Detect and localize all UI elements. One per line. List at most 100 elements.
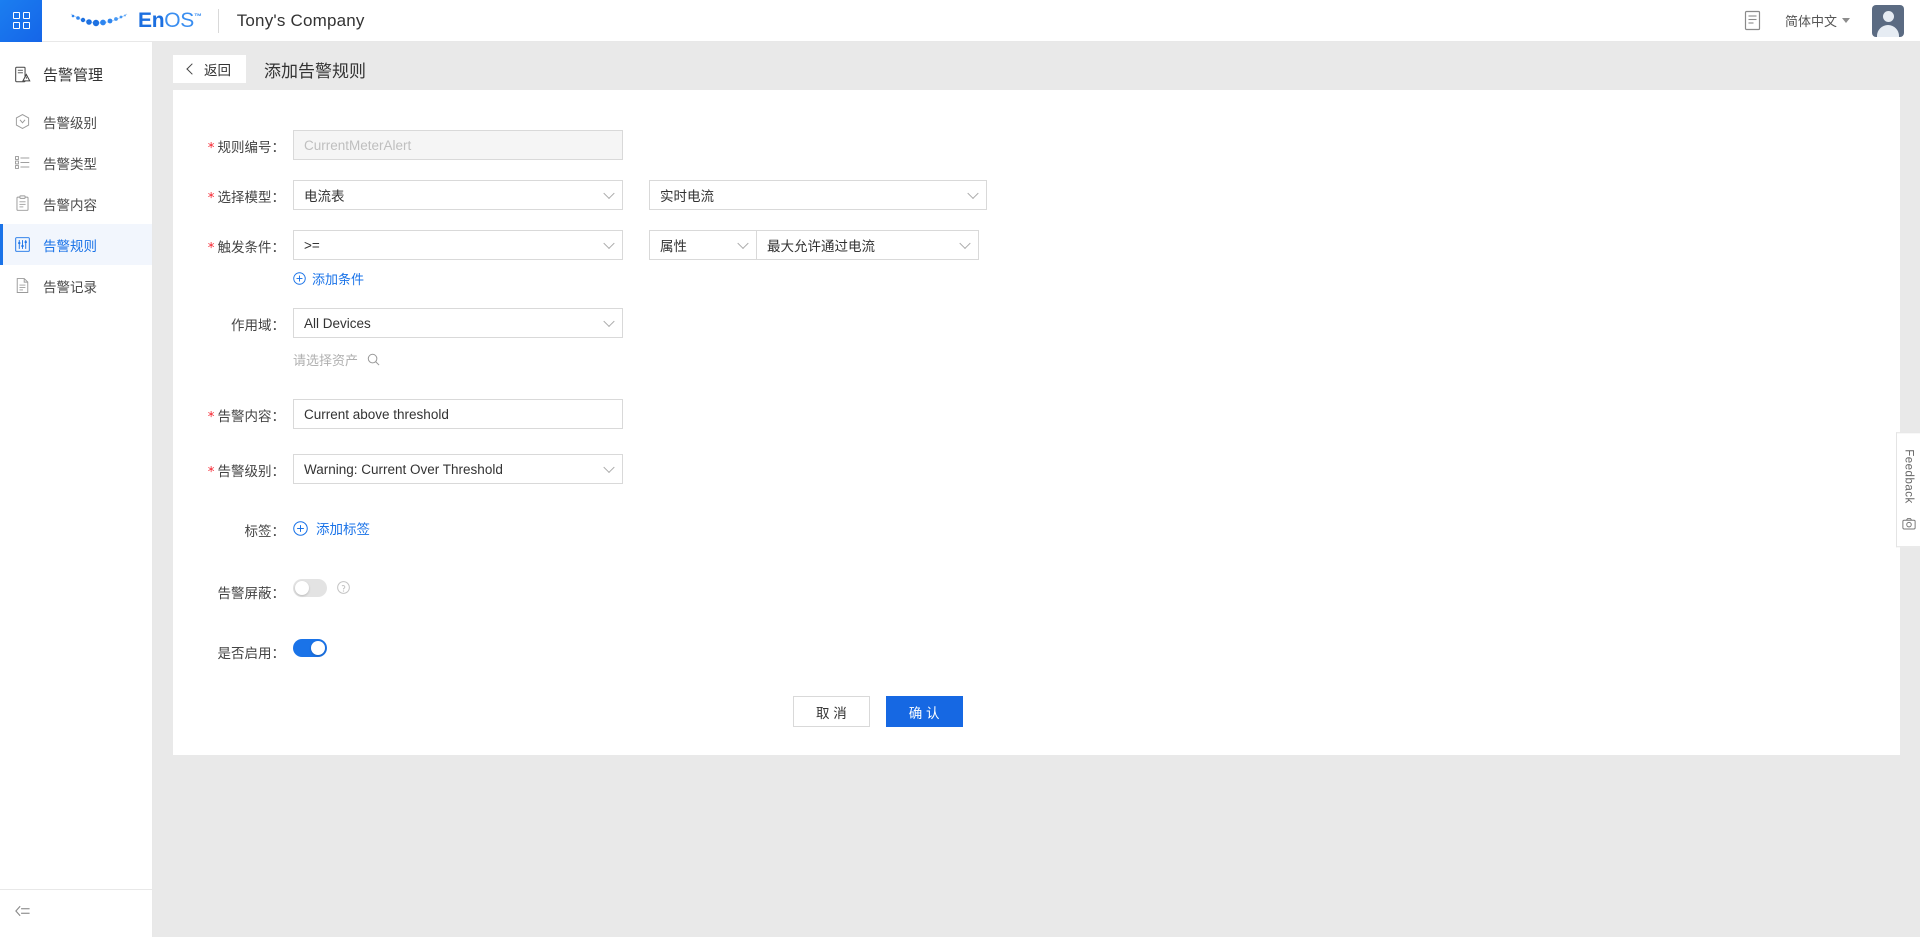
alarm-content-input[interactable]: Current above threshold xyxy=(293,399,623,429)
logo-trademark: ™ xyxy=(194,12,202,21)
top-bar: EnOS™ Tony's Company 简体中文 xyxy=(0,0,1920,42)
feedback-rail[interactable]: Feedback xyxy=(1896,432,1920,548)
topbar-actions: 简体中文 xyxy=(1743,5,1920,37)
enabled-toggle[interactable] xyxy=(293,639,327,657)
document-icon[interactable] xyxy=(1743,10,1763,32)
confirm-button[interactable]: 确 认 xyxy=(886,696,963,727)
required-marker: * xyxy=(208,464,215,480)
trigger-label: *触发条件： xyxy=(173,230,293,256)
chevron-down-icon xyxy=(603,462,614,473)
camera-icon[interactable] xyxy=(1902,517,1916,530)
sidebar-item-label: 告警记录 xyxy=(43,276,97,296)
trigger-operator-select[interactable]: >= xyxy=(293,230,623,260)
main-content: 返回 添加告警规则 *规则编号： CurrentMeterAlert *选择模型… xyxy=(153,42,1920,937)
sidebar-item-label: 告警类型 xyxy=(43,153,97,173)
trigger-source-value-select[interactable]: 最大允许通过电流 xyxy=(757,230,979,260)
scope-select[interactable]: All Devices xyxy=(293,308,623,338)
alarm-level-select[interactable]: Warning: Current Over Threshold xyxy=(293,454,623,484)
sidebar-item-alarm-record[interactable]: 告警记录 xyxy=(0,265,152,306)
apps-launcher-button[interactable] xyxy=(0,0,42,42)
form-row-model: *选择模型： 电流表 实时电流 xyxy=(173,180,1900,210)
topbar-divider xyxy=(218,9,219,33)
sidebar: 告警管理 告警级别 告警类型 xyxy=(0,42,153,937)
chevron-down-icon xyxy=(603,238,614,249)
collapse-sidebar-icon[interactable] xyxy=(14,904,31,918)
model-select[interactable]: 电流表 xyxy=(293,180,623,210)
trigger-source-type-select[interactable]: 属性 xyxy=(649,230,757,260)
alarm-level-icon xyxy=(14,113,31,130)
trigger-right-col: 属性 最大允许通过电流 xyxy=(649,230,979,260)
page-title: 添加告警规则 xyxy=(264,57,366,82)
alarm-mask-toggle[interactable] xyxy=(293,579,327,597)
avatar[interactable] xyxy=(1872,5,1904,37)
add-condition-label: 添加条件 xyxy=(312,269,364,288)
model-select-value: 电流表 xyxy=(304,185,345,205)
form-row-trigger: *触发条件： >= 添加条件 xyxy=(173,230,1900,288)
alarm-type-icon xyxy=(14,154,31,171)
toggle-knob xyxy=(295,581,309,595)
chevron-down-icon xyxy=(967,188,978,199)
rule-id-input[interactable]: CurrentMeterAlert xyxy=(293,130,623,160)
sidebar-item-alarm-type[interactable]: 告警类型 xyxy=(0,142,152,183)
logo-os: OS xyxy=(164,9,194,32)
sidebar-item-alarm-rule[interactable]: 告警规则 xyxy=(0,224,152,265)
add-tag-button[interactable]: 添加标签 xyxy=(293,514,370,538)
help-circle-icon[interactable] xyxy=(337,581,350,594)
page-header: 返回 添加告警规则 xyxy=(173,42,1900,90)
enos-wordmark: EnOS™ xyxy=(138,9,202,33)
alarm-level-label: *告警级别： xyxy=(173,454,293,480)
language-label: 简体中文 xyxy=(1785,11,1837,30)
measurement-point-select[interactable]: 实时电流 xyxy=(649,180,987,210)
chevron-down-icon xyxy=(603,188,614,199)
form-row-enabled: 是否启用： xyxy=(173,636,1900,662)
plus-circle-icon xyxy=(293,272,306,285)
enabled-label-text: 是否启用： xyxy=(218,646,286,661)
enos-swoosh-icon xyxy=(68,10,130,32)
rule-id-label: *规则编号： xyxy=(173,130,293,156)
model-label-text: 选择模型： xyxy=(218,190,286,205)
alarm-content-value: Current above threshold xyxy=(304,407,449,422)
scope-select-value: All Devices xyxy=(304,316,371,331)
alarm-level-label-text: 告警级别： xyxy=(218,464,286,479)
chevron-down-icon xyxy=(1842,18,1850,23)
enos-logo[interactable]: EnOS™ xyxy=(68,9,202,33)
back-button-label: 返回 xyxy=(204,59,231,79)
asset-picker[interactable]: 请选择资产 xyxy=(293,350,623,369)
trigger-operator-value: >= xyxy=(304,238,320,253)
alarm-management-icon xyxy=(14,66,31,83)
sidebar-item-alarm-content[interactable]: 告警内容 xyxy=(0,183,152,224)
required-marker: * xyxy=(208,190,215,206)
form-row-alarm-mask: 告警屏蔽： xyxy=(173,576,1900,602)
scope-col: All Devices 请选择资产 xyxy=(293,308,623,369)
feedback-label: Feedback xyxy=(1903,449,1915,504)
sidebar-item-alarm-level[interactable]: 告警级别 xyxy=(0,101,152,142)
chevron-down-icon xyxy=(737,238,748,249)
form-row-rule-id: *规则编号： CurrentMeterAlert xyxy=(173,130,1900,160)
search-icon xyxy=(367,353,380,366)
trigger-source-value-text: 最大允许通过电流 xyxy=(767,235,875,255)
language-selector[interactable]: 简体中文 xyxy=(1785,11,1850,30)
trigger-label-text: 触发条件： xyxy=(218,240,286,255)
form-actions: 取 消 确 认 xyxy=(793,696,1900,727)
alarm-mask-label-text: 告警屏蔽： xyxy=(218,586,286,601)
sidebar-footer xyxy=(0,889,152,937)
alarm-level-value: Warning: Current Over Threshold xyxy=(304,462,503,477)
avatar-head-icon xyxy=(1883,11,1894,22)
sidebar-header-label: 告警管理 xyxy=(43,64,103,85)
model-label: *选择模型： xyxy=(173,180,293,206)
form-row-tags: 标签： 添加标签 xyxy=(173,514,1900,540)
rule-id-placeholder: CurrentMeterAlert xyxy=(304,138,411,153)
toggle-knob xyxy=(311,641,325,655)
tags-label: 标签： xyxy=(173,514,293,540)
grid-apps-icon xyxy=(13,12,30,29)
required-marker: * xyxy=(208,140,215,156)
add-condition-button[interactable]: 添加条件 xyxy=(293,269,623,288)
scope-label: 作用域： xyxy=(173,308,293,334)
form-row-alarm-content: *告警内容： Current above threshold xyxy=(173,399,1900,429)
back-button[interactable]: 返回 xyxy=(173,55,246,83)
logo-en: En xyxy=(138,9,164,32)
measurement-point-value: 实时电流 xyxy=(660,185,714,205)
cancel-button[interactable]: 取 消 xyxy=(793,696,870,727)
sidebar-header-alarm-management[interactable]: 告警管理 xyxy=(0,54,152,95)
add-tag-label: 添加标签 xyxy=(316,518,370,538)
